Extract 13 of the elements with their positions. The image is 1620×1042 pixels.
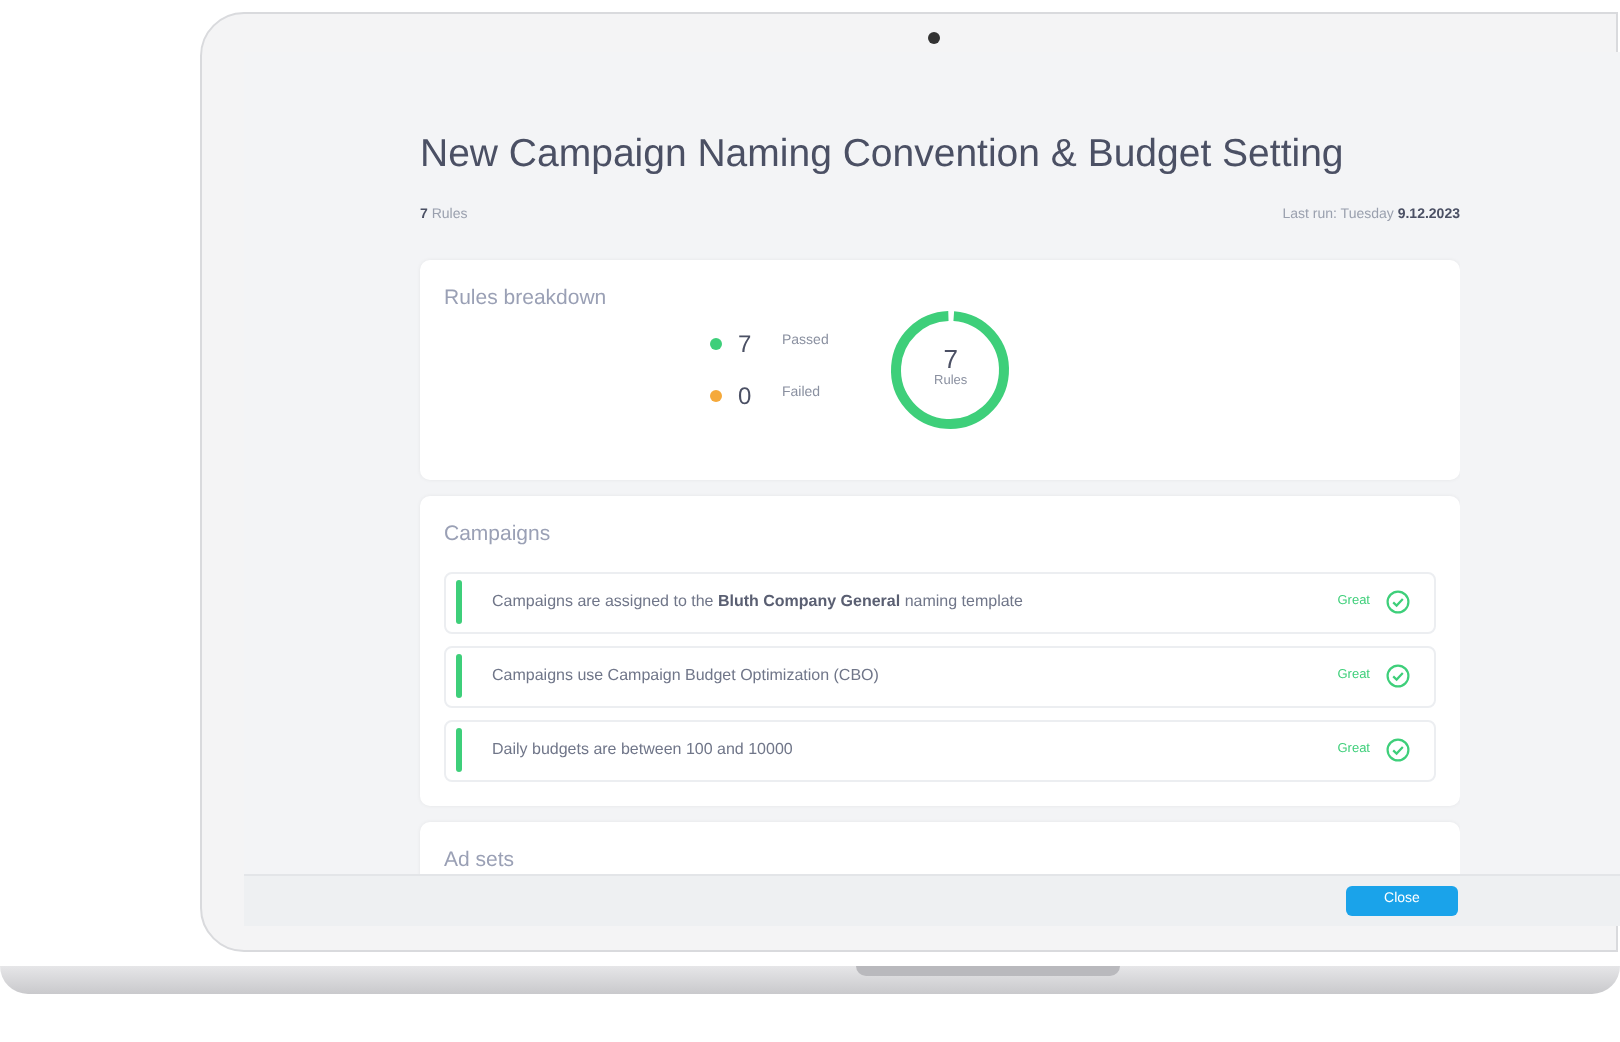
section-title: Campaigns: [444, 519, 553, 550]
legend-count: 7: [738, 327, 754, 362]
check-circle-icon: [1386, 664, 1410, 689]
legend-count: 0: [738, 379, 754, 414]
page-title: New Campaign Naming Convention & Budget Setting: [420, 132, 1346, 179]
check-circle-icon: [1386, 738, 1410, 763]
rule-text: Campaigns use Campaign Budget Optimization (CBO): [492, 664, 881, 689]
rule-text: Daily budgets are between 100 and 10000: [492, 738, 795, 763]
check-circle-icon: [1386, 590, 1410, 615]
card-title: Rules breakdown: [444, 283, 609, 314]
rule-text: Campaigns are assigned to the Bluth Company General naming template: [492, 590, 1025, 615]
ring-count: 7: [943, 346, 958, 373]
section-title: Ad sets: [444, 845, 517, 874]
